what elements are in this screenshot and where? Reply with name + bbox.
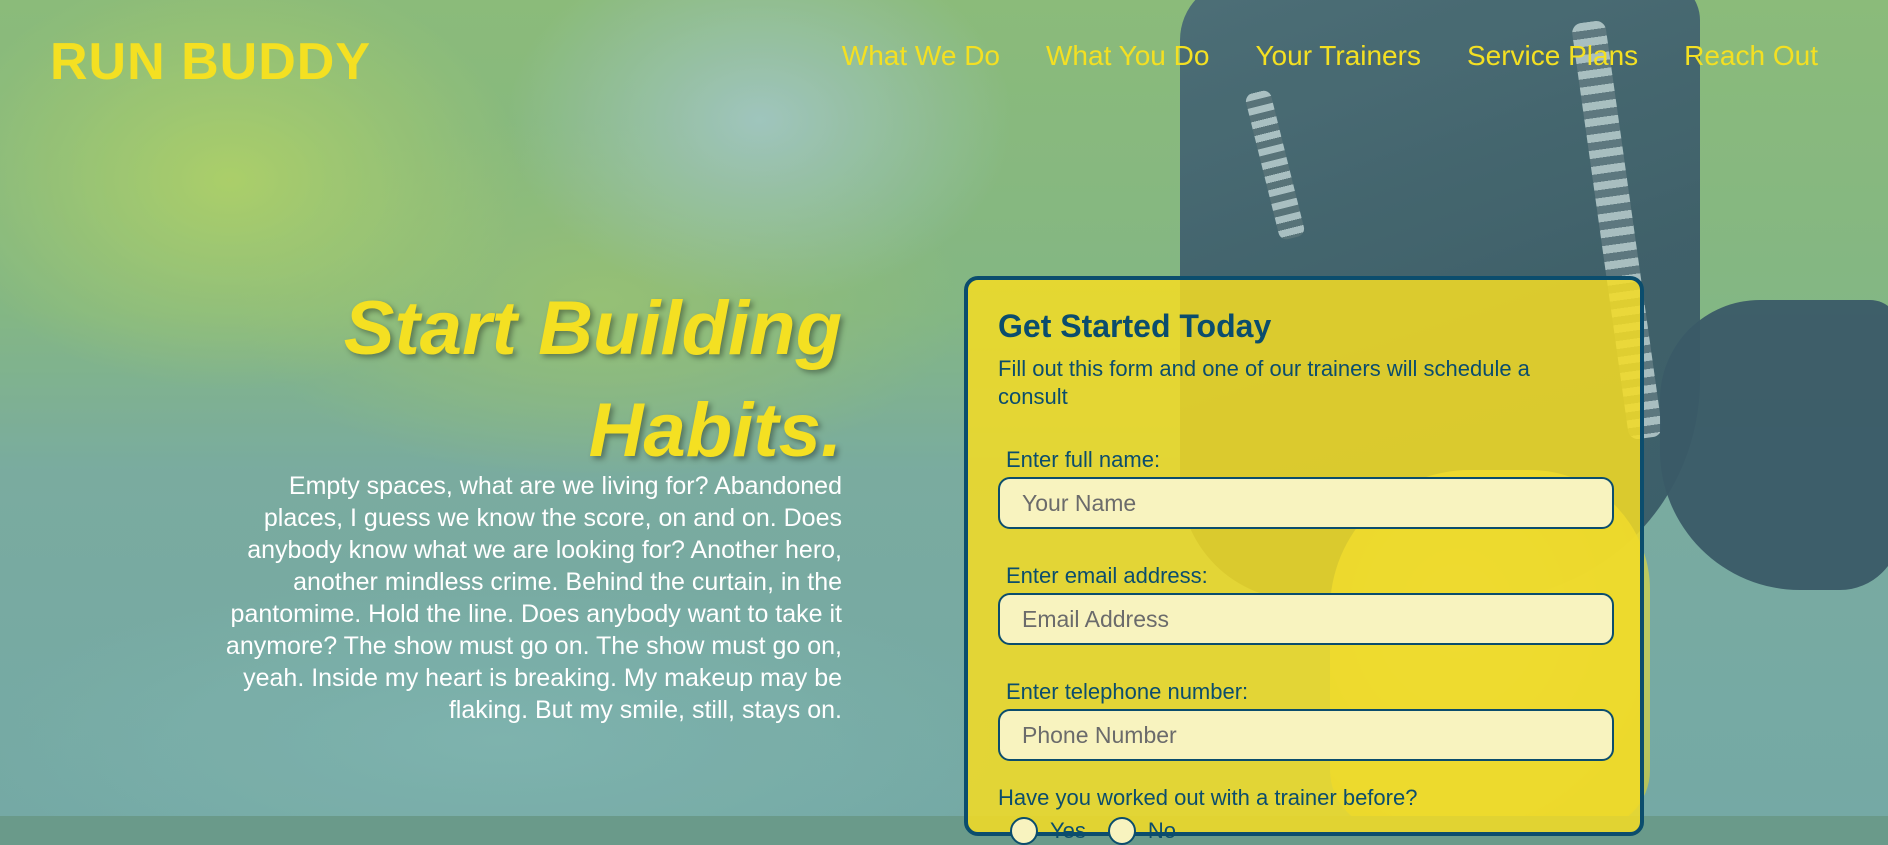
phone-input[interactable]	[998, 709, 1614, 761]
trainer-question: Have you worked out with a trainer befor…	[998, 785, 1418, 810]
email-input[interactable]	[998, 593, 1614, 645]
nav-link-service-plans[interactable]: Service Plans	[1467, 40, 1638, 71]
nav-link-what-we-do[interactable]: What We Do	[842, 40, 1000, 71]
hero-heading-line-1: Start Building	[343, 286, 842, 371]
hero-heading-line-2: Habits.	[588, 388, 842, 473]
radio-no[interactable]	[1107, 817, 1136, 845]
nav-item: Reach Out	[1684, 40, 1818, 72]
form-subtitle: Fill out this form and one of our traine…	[998, 356, 1530, 409]
nav-item: Service Plans	[1467, 40, 1638, 72]
form-title: Get Started Today	[998, 308, 1272, 344]
nav-link-your-trainers[interactable]: Your Trainers	[1255, 40, 1421, 71]
name-input[interactable]	[998, 477, 1614, 529]
nav-link-what-you-do[interactable]: What You Do	[1046, 40, 1209, 71]
nav-item: What You Do	[1046, 40, 1209, 72]
trainer-radio-group: Yes No	[998, 817, 1610, 845]
nav-item: Your Trainers	[1255, 40, 1421, 72]
name-label: Enter full name:	[1006, 447, 1161, 472]
radio-no-label[interactable]: No	[1148, 818, 1176, 844]
radio-option-yes[interactable]: Yes	[1010, 817, 1086, 845]
site-header: RUN BUDDY What We Do What You Do Your Tr…	[0, 0, 1888, 120]
radio-yes-label[interactable]: Yes	[1050, 818, 1086, 844]
site-logo[interactable]: RUN BUDDY	[50, 32, 371, 92]
nav-item: What We Do	[842, 40, 1000, 72]
hero-body-text: Empty spaces, what are we living for? Ab…	[225, 472, 842, 724]
nav-link-reach-out[interactable]: Reach Out	[1684, 40, 1818, 71]
get-started-form: Get Started Today Fill out this form and…	[964, 276, 1644, 845]
hero-heading: Start Building Habits.	[142, 278, 842, 482]
email-label: Enter email address:	[1006, 563, 1208, 588]
radio-yes[interactable]	[1010, 817, 1038, 845]
radio-option-no[interactable]: No	[1107, 817, 1176, 845]
main-nav: What We Do What You Do Your Trainers Ser…	[796, 40, 1818, 72]
phone-label: Enter telephone number:	[1006, 679, 1249, 704]
